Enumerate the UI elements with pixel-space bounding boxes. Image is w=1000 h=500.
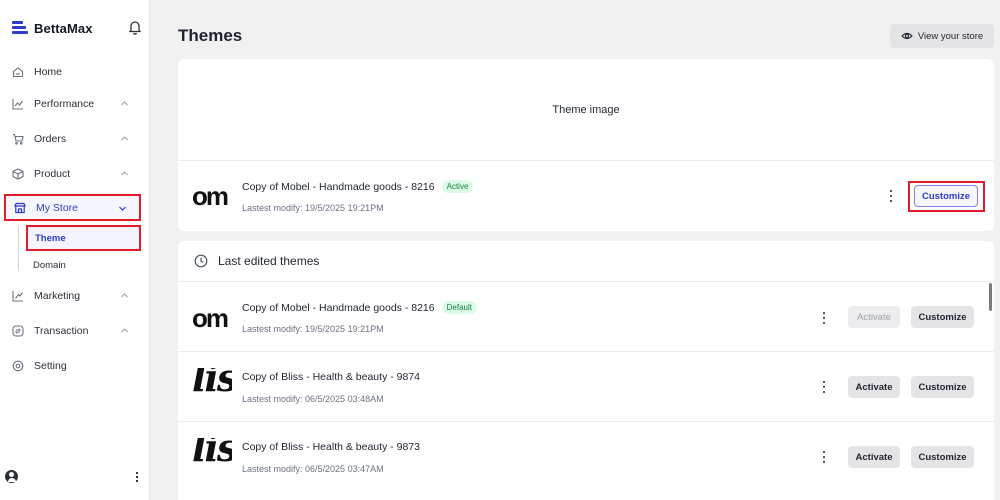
last-edited-header: Last edited themes <box>178 241 994 282</box>
brand[interactable]: BettaMax <box>12 18 93 38</box>
eye-icon <box>901 32 913 40</box>
chevron-up-icon <box>121 136 128 141</box>
sidebar-item-label: Marketing <box>34 290 81 302</box>
theme-thumbnail: om <box>192 303 229 333</box>
sidebar-item-label: My Store <box>36 201 79 214</box>
sidebar-subitem-theme[interactable]: Theme <box>26 225 141 251</box>
sidebar-item-product[interactable]: Product <box>4 161 141 187</box>
theme-name: Copy of Bliss - Health & beauty - 9873 <box>242 441 421 453</box>
current-theme-row: om Copy of Mobel - Handmade goods - 8216… <box>178 161 994 231</box>
customize-button[interactable]: Customize <box>911 306 974 328</box>
brand-name: BettaMax <box>34 20 93 36</box>
main-content: Themes View your store Theme image om Co… <box>150 0 1000 500</box>
sidebar-item-label: Setting <box>34 360 67 372</box>
sidebar-item-my-store[interactable]: My Store <box>4 194 141 221</box>
more-options-icon[interactable] <box>819 450 829 464</box>
chart-icon <box>11 97 25 111</box>
theme-modified-date: Lastest modify: 06/5/2025 03:48AM <box>242 394 384 404</box>
customize-button[interactable]: Customize <box>914 185 978 207</box>
current-theme-card: Theme image om Copy of Mobel - Handmade … <box>178 59 994 231</box>
more-options-icon[interactable] <box>819 311 829 325</box>
chevron-up-icon <box>121 171 128 176</box>
theme-row: om Copy of Mobel - Handmade goods - 8216… <box>178 282 994 352</box>
sidebar-item-orders[interactable]: Orders <box>4 126 141 152</box>
home-icon <box>11 65 25 79</box>
sidebar-subitem-domain[interactable]: Domain <box>26 252 141 278</box>
theme-thumbnail: lis <box>192 438 232 470</box>
theme-row: lis Copy of Bliss - Health & beauty - 98… <box>178 422 994 492</box>
page-title: Themes <box>178 26 243 45</box>
sidebar-item-label: Transaction <box>34 325 89 337</box>
theme-modified-date: Lastest modify: 19/5/2025 19:21PM <box>242 324 384 334</box>
customize-button[interactable]: Customize <box>911 376 974 398</box>
sidebar-item-label: Performance <box>34 98 95 110</box>
clock-icon <box>194 254 208 268</box>
megaphone-icon <box>11 289 25 303</box>
cart-icon <box>11 132 25 146</box>
sidebar-item-transaction[interactable]: Transaction <box>4 318 141 344</box>
user-avatar-icon[interactable] <box>5 470 18 483</box>
theme-thumbnail: om <box>192 181 229 211</box>
sidebar-item-home[interactable]: Home <box>4 59 141 85</box>
theme-modified-date: Lastest modify: 19/5/2025 19:21PM <box>242 203 384 213</box>
sidebar: BettaMax Home Performance Orders Product… <box>0 0 150 500</box>
theme-name: Copy of Mobel - Handmade goods - 8216 De… <box>242 301 477 314</box>
chevron-up-icon <box>121 328 128 333</box>
status-badge: Default <box>441 301 477 314</box>
theme-name: Copy of Bliss - Health & beauty - 9874 <box>242 371 421 383</box>
store-icon <box>13 201 27 215</box>
more-options-icon[interactable] <box>819 380 829 394</box>
last-edited-themes-card: Last edited themes om Copy of Mobel - Ha… <box>178 241 994 500</box>
transaction-icon <box>11 324 25 338</box>
view-store-label: View your store <box>917 30 984 42</box>
chevron-down-icon <box>119 206 126 211</box>
box-icon <box>11 167 25 181</box>
sidebar-item-label: Orders <box>34 133 67 145</box>
customize-button[interactable]: Customize <box>911 446 974 468</box>
view-store-button[interactable]: View your store <box>890 24 994 48</box>
theme-name: Copy of Mobel - Handmade goods - 8216 Ac… <box>242 180 474 193</box>
theme-row: lis Copy of Bliss - Health & beauty - 98… <box>178 352 994 422</box>
more-vertical-icon[interactable] <box>131 470 143 484</box>
more-options-icon[interactable] <box>886 189 896 203</box>
sidebar-item-marketing[interactable]: Marketing <box>4 283 141 309</box>
sidebar-item-setting[interactable]: Setting <box>4 353 141 379</box>
sidebar-item-label: Product <box>34 168 71 180</box>
activate-button[interactable]: Activate <box>848 376 900 398</box>
sidebar-item-performance[interactable]: Performance <box>4 91 141 117</box>
brand-logo-icon <box>12 21 28 35</box>
theme-modified-date: Lastest modify: 06/5/2025 03:47AM <box>242 464 384 474</box>
chevron-up-icon <box>121 293 128 298</box>
activate-button[interactable]: Activate <box>848 446 900 468</box>
activate-button[interactable]: Activate <box>848 306 900 328</box>
sidebar-item-label: Home <box>34 66 63 78</box>
submenu-rail <box>18 225 19 271</box>
scrollbar-thumb[interactable] <box>989 283 992 311</box>
chevron-up-icon <box>121 101 128 106</box>
status-badge: Active <box>441 180 474 193</box>
gear-icon <box>11 359 25 373</box>
theme-thumbnail: lis <box>192 368 232 400</box>
bell-icon[interactable] <box>128 19 142 35</box>
last-edited-title: Last edited themes <box>218 254 320 268</box>
theme-image-placeholder: Theme image <box>178 59 994 161</box>
